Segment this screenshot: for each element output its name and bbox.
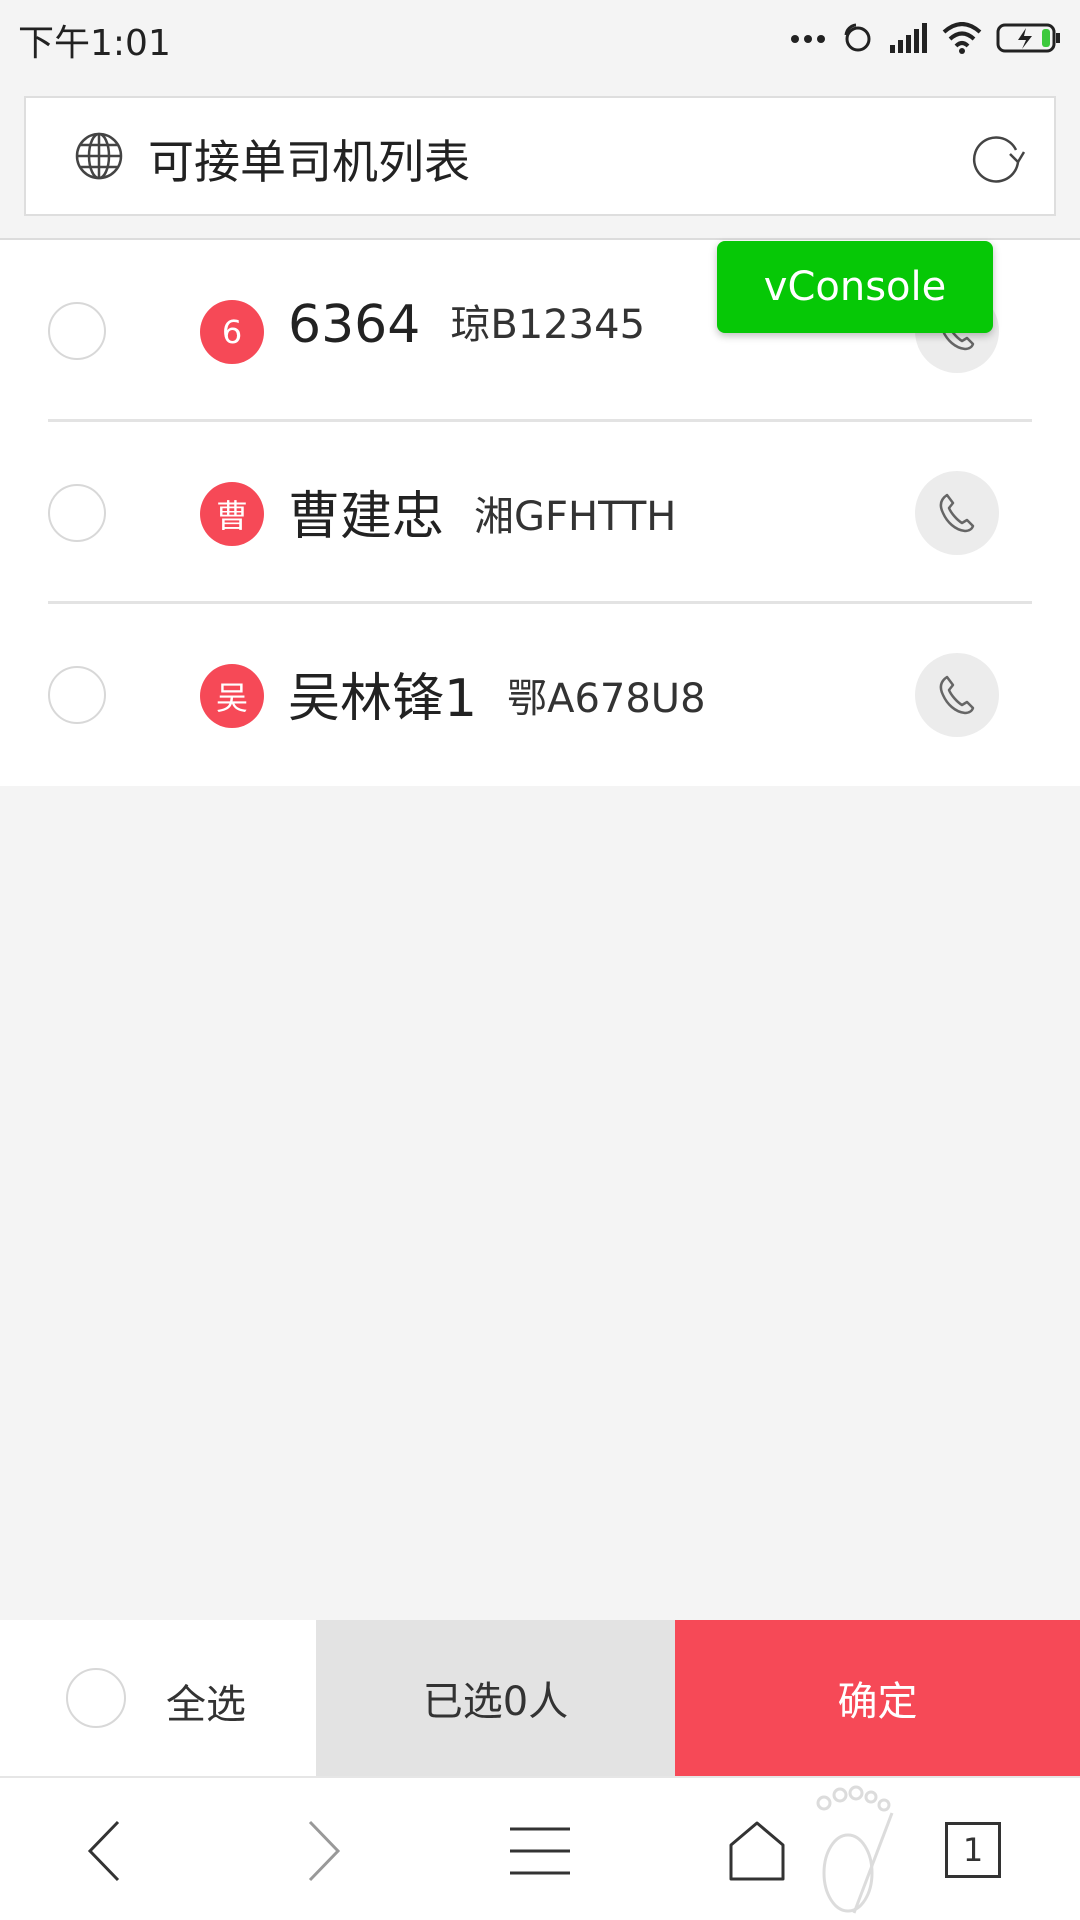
driver-avatar: 曹 — [200, 482, 264, 546]
driver-name-line: 吴林锋1 鄂A678U8 — [288, 656, 706, 731]
back-icon — [87, 1820, 120, 1882]
selected-count: 已选0人 — [316, 1620, 675, 1776]
address-bar[interactable]: 可接单司机列表 — [24, 96, 1056, 216]
more-dots-icon — [791, 35, 825, 43]
select-all-radio[interactable] — [66, 1668, 126, 1728]
driver-name: 吴林锋1 — [288, 669, 478, 729]
select-all-label: 全选 — [166, 1682, 246, 1728]
menu-button[interactable] — [495, 1806, 585, 1896]
signal-icon — [890, 23, 927, 53]
back-button[interactable] — [60, 1806, 150, 1896]
driver-name-line: 6364 琼B12345 — [288, 292, 645, 355]
footprint-icon — [816, 1785, 894, 1914]
driver-plate: 鄂A678U8 — [507, 676, 706, 722]
driver-name-line: 曹建忠 湘GFHTTH — [288, 474, 676, 549]
phone-icon — [939, 675, 975, 715]
sync-icon — [844, 23, 871, 52]
home-icon — [729, 1821, 785, 1881]
tabs-button[interactable]: 1 — [945, 1822, 1001, 1878]
driver-select-radio[interactable] — [48, 484, 106, 542]
menu-icon — [510, 1827, 570, 1875]
call-button[interactable] — [915, 471, 999, 555]
reload-icon[interactable] — [970, 130, 1026, 186]
driver-row[interactable]: 吴 吴林锋1 鄂A678U8 — [0, 604, 1080, 786]
status-bar: 下午1:01 — [0, 0, 1080, 78]
status-time: 下午1:01 — [18, 23, 171, 64]
status-icons — [790, 18, 1062, 58]
driver-name: 曹建忠 — [288, 487, 445, 547]
call-button[interactable] — [915, 653, 999, 737]
action-bar: 全选 已选0人 确定 — [0, 1620, 1080, 1776]
driver-select-radio[interactable] — [48, 666, 106, 724]
home-button[interactable] — [712, 1806, 802, 1896]
wifi-icon — [942, 22, 982, 54]
driver-avatar: 吴 — [200, 664, 264, 728]
driver-plate: 琼B12345 — [450, 302, 646, 348]
address-bar-area: 可接单司机列表 — [0, 78, 1080, 240]
page-title: 可接单司机列表 — [148, 135, 470, 189]
driver-avatar: 6 — [200, 300, 264, 364]
driver-select-radio[interactable] — [48, 302, 106, 360]
globe-icon — [75, 132, 123, 180]
driver-plate: 湘GFHTTH — [474, 494, 677, 540]
vconsole-button[interactable]: vConsole — [717, 241, 993, 333]
battery-charging-icon — [996, 23, 1060, 53]
confirm-button[interactable]: 确定 — [675, 1620, 1080, 1776]
phone-icon — [939, 493, 975, 533]
select-all-control[interactable]: 全选 — [0, 1620, 316, 1776]
driver-name: 6364 — [288, 295, 421, 355]
driver-row[interactable]: 曹 曹建忠 湘GFHTTH — [0, 422, 1080, 604]
forward-button[interactable] — [278, 1806, 368, 1896]
browser-nav-bar — [0, 1776, 1080, 1920]
forward-icon — [308, 1820, 341, 1882]
